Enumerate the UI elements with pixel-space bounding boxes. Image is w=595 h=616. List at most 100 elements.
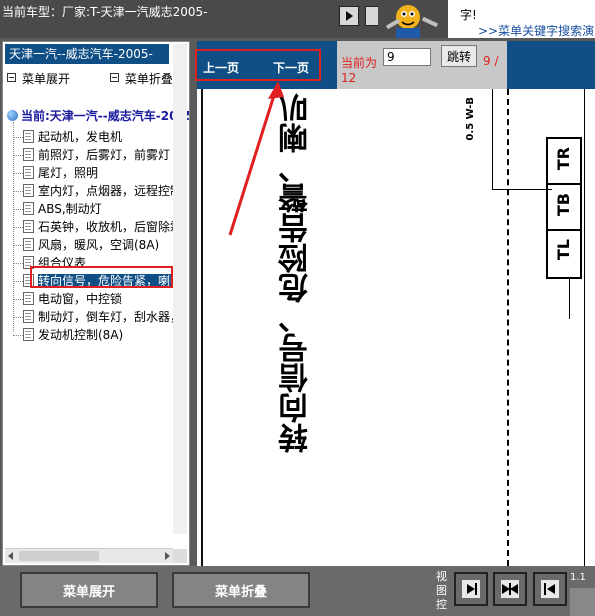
page-total-count: 12 (341, 71, 357, 85)
scrollbar-thumb[interactable] (19, 551, 99, 561)
expand-all-link[interactable]: 菜单展开 (7, 72, 88, 86)
tree-item-label: 制动灯，倒车灯，刮水器， (38, 310, 183, 324)
sidebar: 天津一汽--威志汽车-2005- 菜单展开 菜单折叠 当前:天津一汽--威志汽车… (2, 41, 190, 566)
document-icon (23, 184, 34, 197)
connector-cell: TL (548, 231, 580, 277)
document-icon (23, 292, 34, 305)
tree-item[interactable]: 制动灯，倒车灯，刮水器， (13, 308, 182, 326)
mascot-icon (378, 0, 448, 38)
tree-item-label: 前照灯，后雾灯，前雾灯 (38, 148, 171, 162)
tree-connector (13, 137, 23, 138)
collapse-label: 菜单折叠 (124, 72, 173, 86)
ad-text: 字! (460, 8, 477, 22)
tree-item[interactable]: 尾灯，照明 (13, 164, 98, 182)
current-page-label: 当前为 (341, 56, 378, 70)
tree-item-label: 电动窗，中控锁 (38, 292, 123, 306)
next-button[interactable] (365, 6, 379, 26)
tree-connector (13, 263, 23, 264)
view-next-icon (462, 580, 480, 598)
document-icon (23, 220, 34, 233)
tree-connector (13, 245, 23, 246)
sidebar-controls: 菜单展开 菜单折叠 (7, 70, 189, 86)
schematic-line (584, 89, 585, 566)
document-icon (23, 310, 34, 323)
tree-connector (13, 317, 23, 318)
view-split-button[interactable] (493, 572, 527, 606)
tree-item[interactable]: 室内灯，点烟器，远程控制 (13, 182, 182, 200)
tree-item-label: 室内灯，点烟器，远程控制 (38, 184, 183, 198)
tree-item-label: 尾灯，照明 (38, 166, 99, 180)
sidebar-vertical-scrollbar[interactable] (173, 44, 187, 534)
tree-item[interactable]: 起动机，发电机 (13, 128, 122, 146)
sidebar-horizontal-scrollbar[interactable] (5, 548, 173, 563)
schematic-line (492, 189, 552, 190)
view-split-icon (501, 580, 519, 598)
connector-table: TR TB TL (546, 137, 582, 279)
tree-connector (13, 155, 23, 156)
tree-item-label: 起动机，发电机 (38, 130, 123, 144)
connector-label: TB (554, 193, 573, 217)
bottom-toolbar: 菜单展开 菜单折叠 视图控 1.1 (0, 566, 595, 616)
document-icon (23, 238, 34, 251)
page-jump-panel: 当前为 跳转 9 / 12 (337, 41, 507, 89)
tree-root-label: 当前:天津一汽--威志汽车-2005- (21, 109, 190, 123)
expand-icon (7, 73, 16, 82)
corner-panel (570, 588, 595, 616)
scroll-left-icon[interactable] (8, 552, 13, 560)
view-control-label: 视图控 (436, 570, 447, 611)
annotation-arrow (228, 81, 284, 236)
tree-connector (13, 227, 23, 228)
tree-item[interactable]: 发动机控制(8A) (13, 326, 123, 344)
bottom-expand-button[interactable]: 菜单展开 (20, 572, 158, 608)
scrollbar-corner (173, 549, 187, 563)
tree-item-label: ABS,制动灯 (38, 202, 102, 216)
tree-item-label: 风扇，暖风，空调(8A) (38, 238, 160, 252)
tree-connector (13, 299, 23, 300)
connector-cell: TB (548, 185, 580, 231)
schematic-line (569, 279, 570, 319)
tree-connector (13, 281, 23, 282)
tree-item[interactable]: ABS,制动灯 (13, 200, 102, 218)
play-button[interactable] (339, 6, 359, 26)
globe-icon (7, 110, 18, 121)
document-icon (23, 130, 34, 143)
collapse-icon (109, 73, 119, 82)
page-border (201, 89, 203, 566)
go-button[interactable]: 跳转 (441, 45, 477, 67)
vehicle-title: 当前车型：厂家:T-天津一汽威志2005- (2, 5, 208, 19)
tree-item[interactable]: 风扇，暖风，空调(8A) (13, 236, 159, 254)
view-prev-icon (541, 580, 559, 598)
top-bar: 当前车型：厂家:T-天津一汽威志2005- 字! >>菜单关键字搜索演 (0, 0, 595, 38)
document-icon (23, 202, 34, 215)
tree-connector (13, 191, 23, 192)
view-prev-button[interactable] (533, 572, 567, 606)
page-total: 9 / (483, 54, 499, 68)
page-number-input[interactable] (383, 48, 431, 66)
bottom-collapse-button[interactable]: 菜单折叠 (172, 572, 310, 608)
tree-item[interactable]: 电动窗，中控锁 (13, 290, 122, 308)
tree-item[interactable]: 前照灯，后雾灯，前雾灯 (13, 146, 170, 164)
tree-connector (13, 209, 23, 210)
wire-label: 0.5 W-B (465, 97, 476, 141)
document-icon (23, 166, 34, 179)
tree-item-label: 发动机控制(8A) (38, 328, 124, 342)
version-label: 1.1 (570, 572, 586, 583)
scroll-right-icon[interactable] (165, 552, 170, 560)
tree-item-label: 石英钟，收放机，后窗除霜 (38, 220, 183, 234)
schematic-line (507, 89, 511, 566)
tree-item[interactable]: 石英钟，收放机，后窗除霜 (13, 218, 182, 236)
tree-root[interactable]: 当前:天津一汽--威志汽车-2005- (7, 107, 190, 124)
ad-panel: 字! >>菜单关键字搜索演 (448, 0, 595, 38)
document-icon (23, 148, 34, 161)
search-help-link[interactable]: >>菜单关键字搜索演 (478, 22, 594, 39)
connector-label: TL (554, 239, 573, 261)
play-icon (346, 11, 353, 21)
connector-label: TR (554, 147, 573, 171)
expand-label: 菜单展开 (22, 72, 71, 86)
tree-connector (13, 173, 23, 174)
document-icon (23, 328, 34, 341)
connector-cell: TR (548, 139, 580, 185)
view-next-button[interactable] (454, 572, 488, 606)
tree-connector (13, 335, 23, 336)
schematic-line (492, 89, 493, 189)
